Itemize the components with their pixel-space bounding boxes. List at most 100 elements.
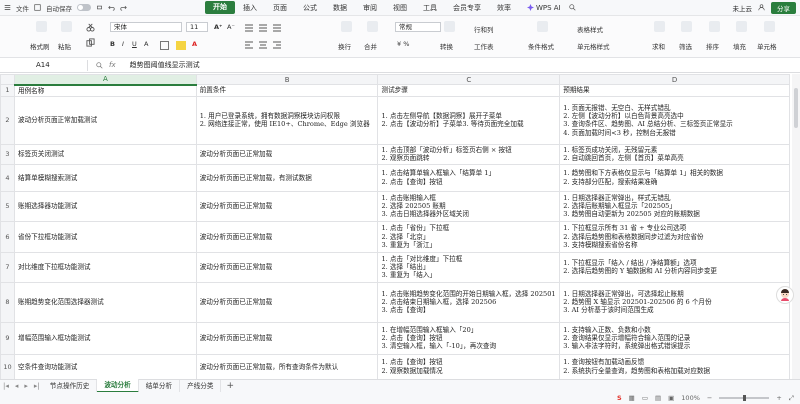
number-format-select[interactable]: 常规	[395, 22, 441, 32]
row-header[interactable]: 8	[0, 281, 15, 323]
cond-format-button[interactable]: 条件格式	[528, 41, 554, 51]
sheet-tab-volatility[interactable]: 波动分析	[97, 379, 139, 393]
autosave-toggle[interactable]	[77, 4, 91, 11]
italic-icon[interactable]: I	[122, 40, 124, 48]
tab-insert[interactable]: 插入	[235, 0, 265, 16]
align-left-icons[interactable]	[245, 41, 295, 49]
font-size-select[interactable]: 11	[186, 22, 208, 32]
print-icon[interactable]	[96, 4, 103, 11]
fullscreen-icon[interactable]: ⤢	[789, 394, 794, 403]
collab-icon[interactable]	[758, 4, 765, 11]
cell-c[interactable]: 1. 点击「对比维度」下拉框 2. 选择「结出」 3. 重复为「结入」	[377, 251, 561, 283]
cell-c[interactable]: 1. 点击账期趋势变化范围的开始日期输入框，选择 202501 2. 点击结束日…	[377, 281, 561, 323]
paste-icon[interactable]	[61, 21, 72, 32]
sheet-tab-history[interactable]: 节点操作历史	[43, 380, 98, 392]
redo-icon[interactable]	[120, 4, 127, 11]
grow-font-icon[interactable]: A⁺	[214, 23, 222, 31]
first-sheet-icon[interactable]: |◂	[0, 382, 12, 390]
row-header[interactable]: 5	[0, 190, 15, 222]
cell-c[interactable]: 1. 在增幅范围输入框输入「20」 2. 点击【查询】按钮 3. 清空输入框，输…	[377, 321, 561, 355]
cell-b[interactable]: 波动分析页面已正常加载，有测试数据	[195, 163, 379, 192]
tab-view[interactable]: 视图	[385, 0, 415, 16]
cell-d[interactable]: 1. 日期选择器正常弹出，可选择起止账期 2. 趋势图 X 轴显示 202501…	[559, 281, 790, 323]
wrap-button[interactable]: 换行	[338, 41, 351, 51]
last-sheet-icon[interactable]: ▸|	[31, 382, 43, 390]
cell-b[interactable]: 波动分析页面已正常加载，所有查询条件为默认	[195, 353, 379, 379]
zoom-slider[interactable]	[719, 395, 770, 401]
row-header[interactable]: 9	[0, 321, 15, 355]
tab-tools[interactable]: 工具	[415, 0, 445, 16]
cell-b[interactable]: 前置条件	[195, 84, 379, 97]
align-top-icons[interactable]	[245, 24, 295, 32]
cell-a[interactable]: 空条件查询功能测试	[13, 353, 197, 379]
sheet-tab-product-line[interactable]: 产线分类	[180, 380, 222, 392]
merge-icon[interactable]	[367, 21, 378, 32]
wps-ai-button[interactable]: WPS AI	[519, 0, 569, 16]
cell-c[interactable]: 1. 点击顶部「波动分析」标签页右侧 × 按钮 2. 观察页面跳转	[377, 143, 561, 165]
font-name-select[interactable]: 宋体	[110, 22, 182, 32]
currency-icon[interactable]: ¥ %	[397, 40, 409, 48]
cell-d[interactable]: 1. 趋势图和下方表格仅显示与「结算单 1」相关的数据 2. 支持部分匹配，搜索…	[559, 163, 790, 192]
filter-icon[interactable]	[681, 21, 692, 32]
assistant-avatar-icon[interactable]	[776, 286, 794, 304]
filter-button[interactable]: 筛选	[679, 41, 692, 51]
fill-button[interactable]: 填充	[733, 41, 746, 51]
cell-b[interactable]: 波动分析页面已正常加载	[195, 190, 379, 222]
strikethrough-icon[interactable]: A	[144, 40, 148, 48]
cell-b[interactable]: 波动分析页面已正常加载	[195, 220, 379, 253]
row-header[interactable]: 1	[0, 84, 15, 97]
row-col-button[interactable]: 行和列	[474, 24, 494, 34]
tab-efficiency[interactable]: 效率	[489, 0, 519, 16]
cell-c[interactable]: 1. 点击账期输入框 2. 选择 202505 账期 3. 点击日期选择器外区域…	[377, 190, 561, 222]
view-read-icon[interactable]: ▣	[668, 394, 674, 402]
spreadsheet-grid[interactable]: A B C D 1 用例名称 前置条件 测试步骤 预期结果 2 波动分析页面正常加载测试 1.…	[0, 74, 790, 379]
cell-b[interactable]: 波动分析页面已正常加载	[195, 321, 379, 355]
cell-b[interactable]: 波动分析页面已正常加载	[195, 251, 379, 283]
cell-a[interactable]: 波动分析页面正常加载测试	[13, 95, 197, 145]
cell-b[interactable]: 波动分析页面已正常加载	[195, 281, 379, 323]
wrap-icon[interactable]	[341, 21, 352, 32]
corner-cell[interactable]	[0, 74, 15, 85]
table-style-button[interactable]: 表格样式	[577, 24, 603, 34]
add-sheet-button[interactable]: +	[221, 381, 239, 391]
cell-c[interactable]: 1. 点击结算单输入框输入「结算单 1」 2. 点击【查询】按钮	[377, 163, 561, 192]
sort-button[interactable]: 排序	[706, 41, 719, 51]
undo-icon[interactable]	[108, 4, 115, 11]
cell-style-button[interactable]: 单元格样式	[577, 41, 610, 51]
tab-review[interactable]: 审阅	[355, 0, 385, 16]
view-break-icon[interactable]: ▤	[655, 394, 661, 402]
row-header[interactable]: 2	[0, 95, 15, 145]
cloud-status[interactable]: 未上云	[733, 3, 753, 13]
cell-c[interactable]: 1. 点击左侧导航【数据洞察】展开子菜单 2. 点击【波动分析】子菜单3. 等待…	[377, 95, 561, 145]
zoom-level[interactable]: 100%	[681, 394, 700, 402]
column-header-b[interactable]: B	[195, 74, 379, 85]
convert-button[interactable]: 转换	[440, 41, 453, 51]
row-header[interactable]: 4	[0, 163, 15, 192]
cell-d[interactable]: 1. 查询按钮有加载动画反馈 2. 系统执行全量查询，趋势图和表格加载对应数据	[559, 353, 790, 379]
fx-icon[interactable]: fx	[109, 61, 116, 69]
merge-button[interactable]: 合并	[364, 41, 377, 51]
cell-b[interactable]: 1. 用户已登录系统，拥有数据洞察模块访问权限 2. 网络连接正常，使用 IE1…	[195, 95, 379, 145]
row-header[interactable]: 6	[0, 220, 15, 253]
cell-a[interactable]: 用例名称	[13, 84, 197, 97]
convert-icon[interactable]	[444, 21, 455, 32]
row-header[interactable]: 3	[0, 143, 15, 165]
sort-icon[interactable]	[709, 21, 720, 32]
share-button[interactable]: 分享	[771, 1, 796, 14]
cell-d[interactable]: 1. 标签页成功关闭，无残留元素 2. 自动跳回首页，左侧【首页】菜单高亮	[559, 143, 790, 165]
column-header-c[interactable]: C	[377, 74, 561, 85]
view-page-icon[interactable]: ▭	[642, 394, 648, 402]
cell-d[interactable]: 预期结果	[559, 84, 790, 97]
zoom-icon[interactable]	[96, 61, 103, 69]
view-normal-icon[interactable]: ▦	[629, 394, 635, 402]
save-icon[interactable]	[34, 4, 41, 11]
tab-member[interactable]: 会员专享	[445, 0, 489, 16]
shrink-font-icon[interactable]: A⁻	[227, 23, 235, 31]
format-painter-button[interactable]: 格式刷	[30, 41, 50, 51]
cell-a[interactable]: 对比维度下拉框功能测试	[13, 251, 197, 283]
format-painter-icon[interactable]	[36, 21, 47, 32]
bold-icon[interactable]: B	[110, 40, 115, 48]
cell-c[interactable]: 测试步骤	[377, 84, 561, 97]
cell-d[interactable]: 1. 下拉框显示「结入 / 结出 / 净结算额」选项 2. 选择后趋势图的 Y …	[559, 251, 790, 283]
cell-d[interactable]: 1. 页面无报错、无空白、无样式错乱 2. 左侧【波动分析】以白色背景高亮选中 …	[559, 95, 790, 145]
